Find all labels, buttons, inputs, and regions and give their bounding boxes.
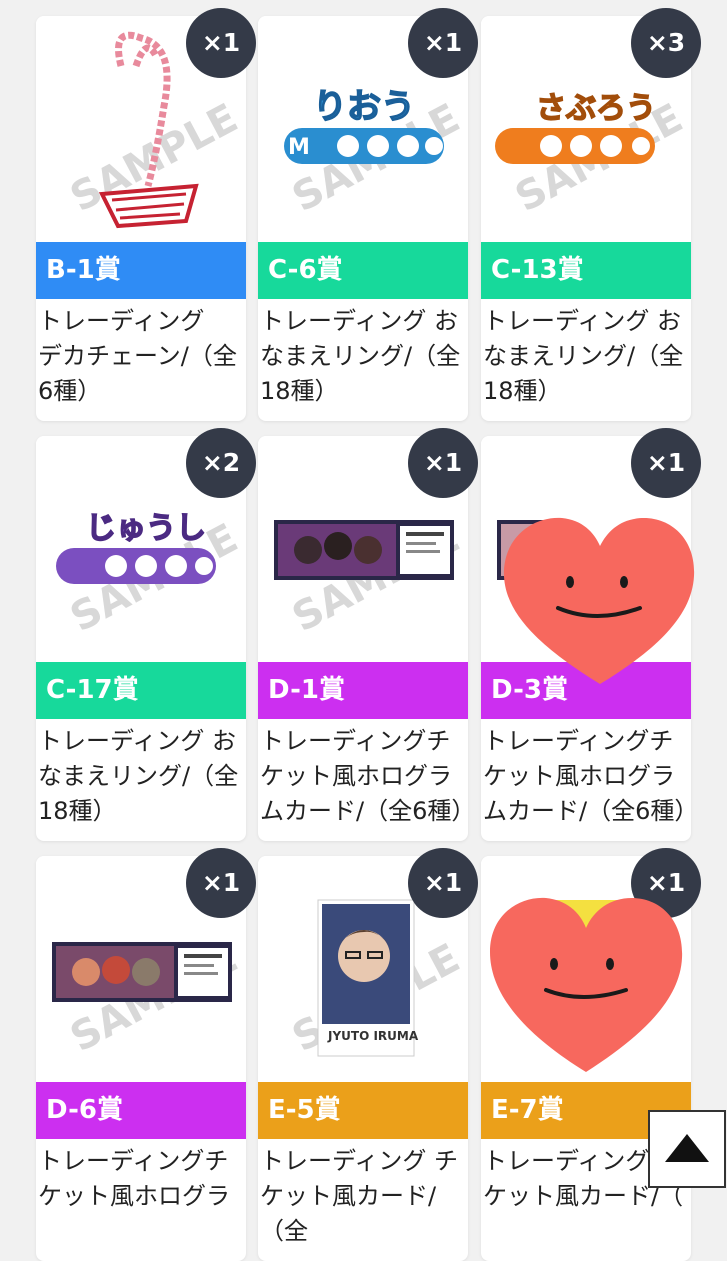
svg-text:りおう: りおう [313,87,415,127]
svg-text:M: M [288,135,310,160]
prize-code: C-6賞 [258,242,468,299]
prize-title: トレーディング お なまえリング/（全 18種） [483,307,684,405]
prize-title: トレーディング チ ケット風カード/（全 [260,1147,458,1245]
svg-text:さぶろう: さぶろう [536,91,656,126]
quantity-badge: ×1 [186,8,256,78]
prize-title: トレーディング お なまえリング/（全 18種） [260,307,461,405]
prize-code: C-17賞 [36,662,246,719]
heart-sticker-icon [490,897,683,1072]
prize-code: D-6賞 [36,1082,246,1139]
heart-sticker-icon [503,517,695,684]
prize-title: トレーディング お なまえリング/（全 18種） [38,727,239,825]
prize-code: B-1賞 [36,242,246,299]
quantity-badge: ×1 [186,848,256,918]
prize-code: D-1賞 [258,662,468,719]
svg-text:じゅうし: じゅうし [86,511,206,546]
prize-code: C-13賞 [481,242,691,299]
scroll-to-top-button[interactable] [648,1110,726,1188]
svg-text:JYUTO IRUMA: JYUTO IRUMA [327,1029,419,1043]
prize-title: トレーディングチ ケット風ホログラ [38,1147,230,1210]
prize-title: トレーディングチ ケット風ホログラ ムカード/（全6種） [483,727,691,825]
triangle-up-icon [665,1134,709,1162]
quantity-badge: ×1 [408,428,478,498]
prize-title: トレーディング デカチェーン/（全 6種） [38,307,237,405]
quantity-badge: ×3 [631,8,701,78]
prize-code: E-5賞 [258,1082,468,1139]
quantity-badge: ×1 [408,8,478,78]
prize-title: トレーディングチ ケット風ホログラ ムカード/（全6種） [260,727,468,825]
quantity-badge: ×1 [631,428,701,498]
quantity-badge: ×1 [408,848,478,918]
quantity-badge: ×2 [186,428,256,498]
